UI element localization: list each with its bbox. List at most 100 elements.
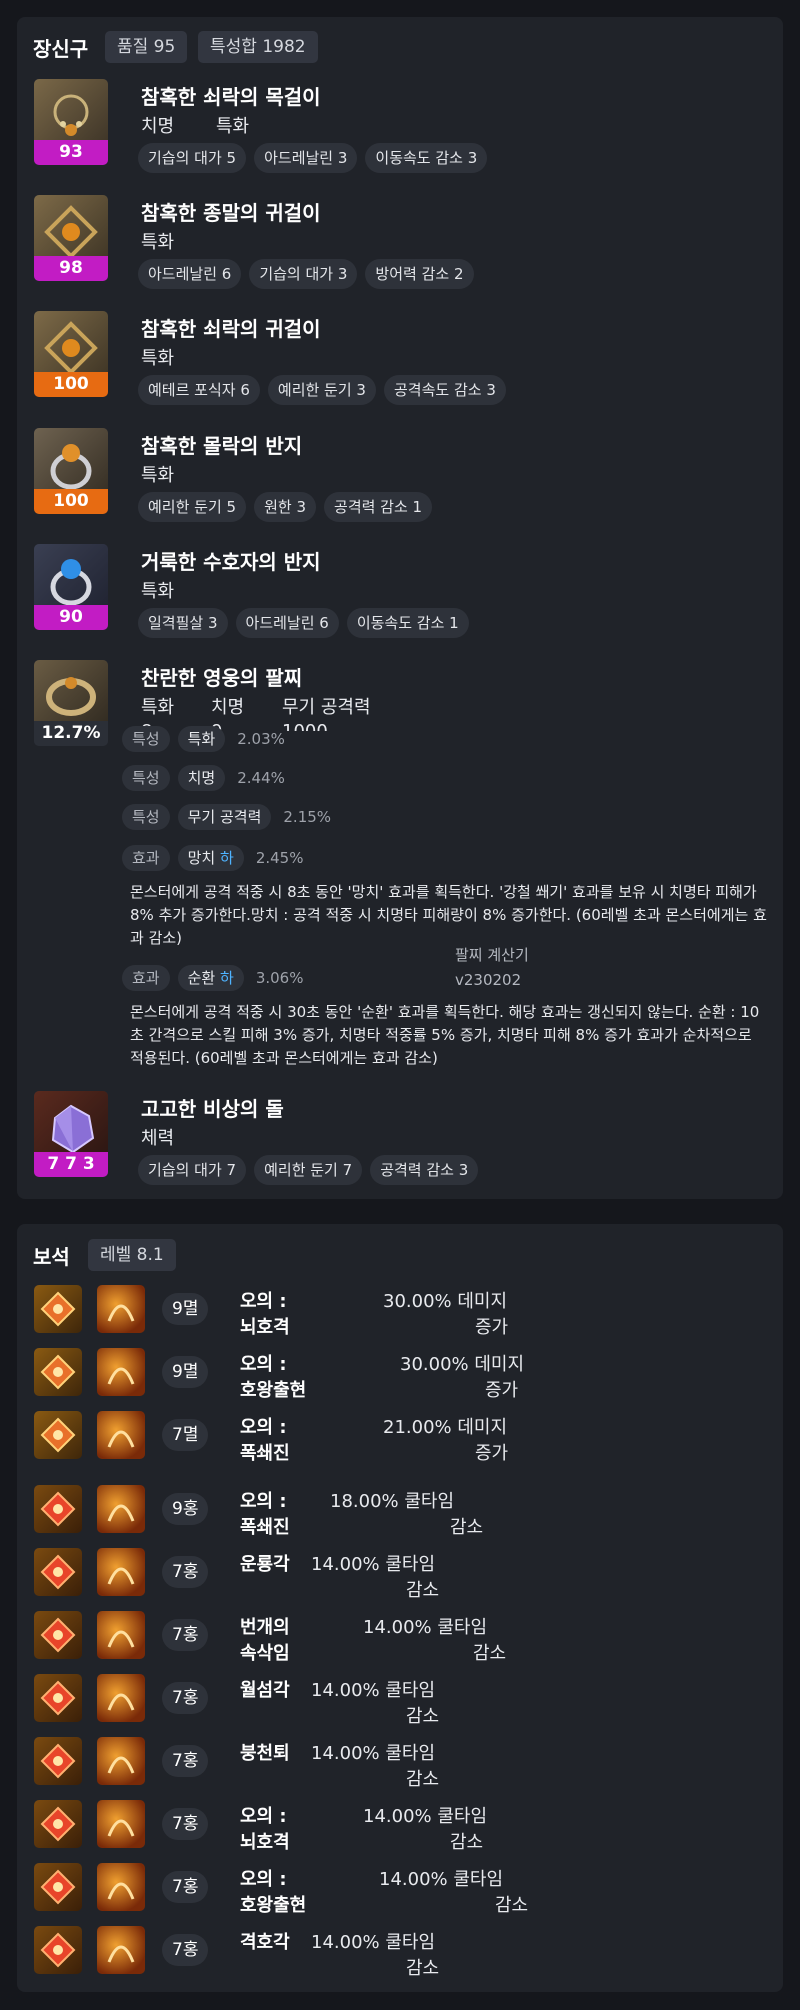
item-thumbnail: 90 [34,544,108,630]
gem-skill-name: 번개의 [240,1617,290,1638]
gem-skill-name: 오의 : [240,1869,287,1890]
effect-kind: 특성 [122,765,170,791]
effect-value: 2.44% [237,769,285,787]
quality-badge: 7 7 3 [34,1152,108,1177]
item-name: 고고한 비상의 돌 [141,1097,284,1121]
gem-level: 7홍 [162,1745,209,1777]
gem-skill-name-2: 속삭임 [240,1643,290,1664]
gem-effect-suffix: 증가 [475,1443,509,1464]
quality-badge: 93 [34,140,108,165]
gem-skill-name-2: 호왕출현 [240,1380,307,1401]
accessory-ring-2[interactable]: 90 거룩한 수호자의 반지 특화 일격필살 3 아드레날린 6 이동속도 감소… [34,544,774,654]
stat-label: 특화 [216,116,250,137]
effect-value: 2.15% [283,808,332,826]
gem-effect-value: 14.00% 쿨타임 [311,1743,436,1764]
effect-kind: 효과 [122,845,170,871]
engraving-tag: 이동속도 감소 1 [346,608,469,638]
gem-row[interactable]: 7홍 월섬각 14.00% 쿨타임감소 [34,1674,774,1734]
engraving-tags: 기습의 대가 5 아드레날린 3 이동속도 감소 3 [138,143,488,173]
gem-effect-value: 30.00% 데미지 [383,1291,508,1312]
skill-icon [97,1411,145,1459]
stat-value: 1000 [282,721,328,731]
stat-label: 체력 [141,1128,175,1149]
quality-badge: 90 [34,605,108,630]
gem-level: 9홍 [162,1493,209,1525]
gem-effect-suffix: 감소 [406,1706,440,1727]
skill-icon [97,1926,145,1974]
gem-level: 9멸 [162,1356,209,1388]
stat-label: 특화 [141,348,175,369]
engraving-tag: 원한 3 [254,492,317,522]
calculator-title: 팔찌 계산기 [455,946,529,964]
crimson-gem-icon [34,1926,82,1974]
gem-effect-value: 30.00% 데미지 [400,1354,525,1375]
gem-effect-suffix: 증가 [475,1317,509,1338]
crimson-gem-icon [34,1548,82,1596]
gem-row[interactable]: 7홍 붕천퇴 14.00% 쿨타임 감소 [34,1737,774,1797]
gem-level-chip: 레벨 8.1 [88,1239,176,1271]
item-name: 참혹한 몰락의 반지 [141,434,303,458]
effect-name: 망치 하 [177,845,244,871]
gem-effect-value: 14.00% 쿨타임 [311,1554,436,1575]
gem-row[interactable]: 7홍 격호각 14.00% 쿨타임 감소 [34,1926,774,1986]
gem-row[interactable]: 7홍 오의 : 호왕출현 14.00% 쿨타임 감소 [34,1863,774,1923]
crimson-gem-icon [34,1737,82,1785]
engraving-tag: 공격력 감소 1 [324,492,433,522]
gem-row[interactable]: 9멸 오의 : 뇌호격 30.00% 데미지 증가 [34,1285,774,1345]
accessory-necklace[interactable]: 93 참혹한 쇠락의 목걸이 치명 특화 기습의 대가 5 아드레날린 3 이동… [34,79,774,189]
gem-skill-name: 격호각 [240,1932,290,1953]
gem-effect-suffix: 감소 [406,1580,440,1601]
effect-grade: 하 [220,849,234,867]
effect-kind: 효과 [122,965,170,991]
effect-name: 특화 [177,726,226,752]
gem-row[interactable]: 7홍 운룡각 14.00% 쿨타임 감소 [34,1548,774,1608]
engraving-tag: 기습의 대가 7 [138,1155,247,1185]
effect-name: 순환 하 [177,965,244,991]
engraving-tag: 아드레날린 6 [138,259,242,289]
skill-icon [97,1548,145,1596]
crimson-gem-icon [34,1611,82,1659]
gem-skill-name: 월섬각 [240,1680,290,1701]
gem-row[interactable]: 7홍 번개의 속삭임 14.00% 쿨타임 감소 [34,1611,774,1671]
effect-kind: 특성 [122,726,170,752]
gem-effect-suffix: 증가 [485,1380,519,1401]
engraving-tag: 예리한 둔기 7 [254,1155,363,1185]
accessory-ring-1[interactable]: 100 참혹한 몰락의 반지 특화 예리한 둔기 5 원한 3 공격력 감소 1 [34,428,774,538]
effect-value: 2.03% [237,730,285,748]
gem-level: 7홍 [162,1682,209,1714]
gem-effect-suffix: 감소 [495,1895,529,1916]
item-name: 참혹한 쇠락의 귀걸이 [141,317,321,341]
gem-skill-name-2: 폭쇄진 [240,1443,290,1464]
gem-effect-value: 14.00% 쿨타임 [311,1932,436,1953]
gem-effect-suffix: 감소 [450,1517,484,1538]
gems-panel: 보석 레벨 8.1 9멸 오의 : 뇌호격 30.00% 데미지 증가 9멸 오의 : 호왕출… [17,1224,783,1992]
stat-label: 무기 공격력 [282,697,371,718]
accessory-earring-1[interactable]: 98 참혹한 종말의 귀걸이 특화 아드레날린 6 기습의 대가 3 방어력 감… [34,195,774,305]
gem-row[interactable]: 7홍 오의 : 뇌호격 14.00% 쿨타임 감소 [34,1800,774,1860]
stat-label: 특화 [141,232,175,253]
gem-skill-name: 오의 : [240,1354,287,1375]
bracelet-calculator[interactable]: 팔찌 계산기 v230202 [455,943,529,993]
accessory-earring-2[interactable]: 100 참혹한 쇠락의 귀걸이 특화 예테르 포식자 6 예리한 둔기 3 공격… [34,311,774,421]
gem-row[interactable]: 9멸 오의 : 호왕출현 30.00% 데미지증가 [34,1348,774,1408]
skill-icon [97,1285,145,1333]
stat-total-chip: 특성합 1982 [198,31,318,63]
engraving-tag: 예리한 둔기 3 [267,375,376,405]
skill-icon [97,1348,145,1396]
engraving-tags: 아드레날린 6 기습의 대가 3 방어력 감소 2 [138,259,474,289]
engraving-tag: 일격필살 3 [138,608,228,638]
gem-effect-value: 14.00% 쿨타임 [311,1680,436,1701]
ability-stone[interactable]: 7 7 3 고고한 비상의 돌 체력 기습의 대가 7 예리한 둔기 7 공격력… [34,1091,774,1201]
stat-label: 치명 [211,697,245,718]
calculator-version: v230202 [455,971,522,989]
gem-row[interactable]: 7멸 오의 : 폭쇄진 21.00% 데미지 증가 [34,1411,774,1471]
quality-badge: 100 [34,372,108,397]
bracelet-effect-row: 특성 특화 2.03% [122,726,285,752]
engraving-tags: 일격필살 3 아드레날린 6 이동속도 감소 1 [138,608,469,638]
gem-row[interactable]: 9홍 오의 : 폭쇄진 18.00% 쿨타임 감소 [34,1485,774,1545]
skill-icon [97,1863,145,1911]
gem-level: 7홍 [162,1934,209,1966]
gems-title: 보석 [33,1245,70,1269]
engraving-tag: 아드레날린 6 [235,608,339,638]
gem-level: 7홍 [162,1556,209,1588]
